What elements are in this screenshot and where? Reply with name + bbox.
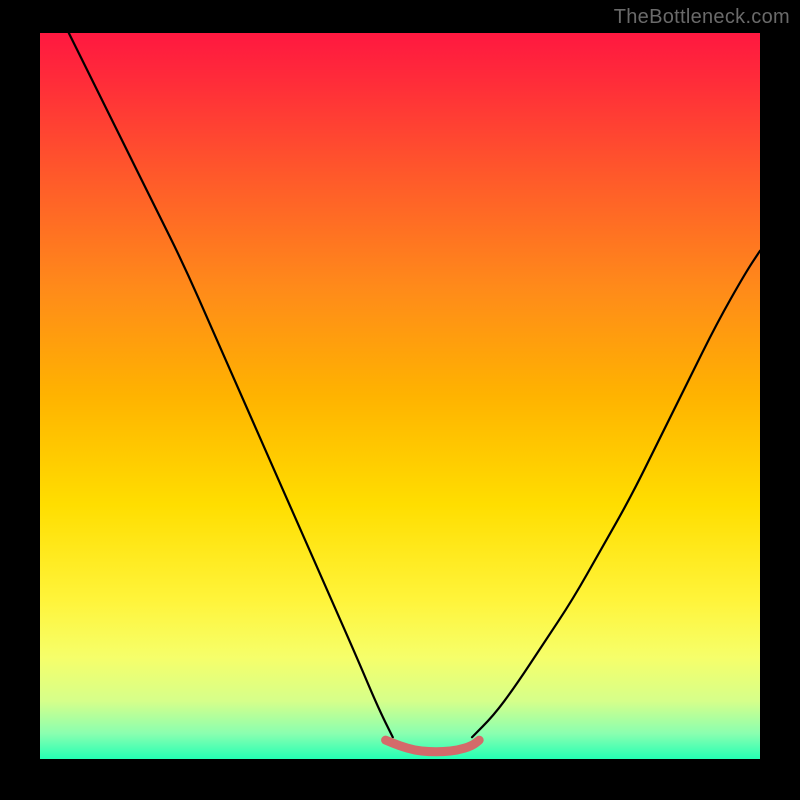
gradient-background [40,33,760,759]
chart-svg [40,33,760,759]
watermark-text: TheBottleneck.com [614,6,790,29]
chart-frame: TheBottleneck.com [0,0,800,800]
plot-area [40,33,760,759]
